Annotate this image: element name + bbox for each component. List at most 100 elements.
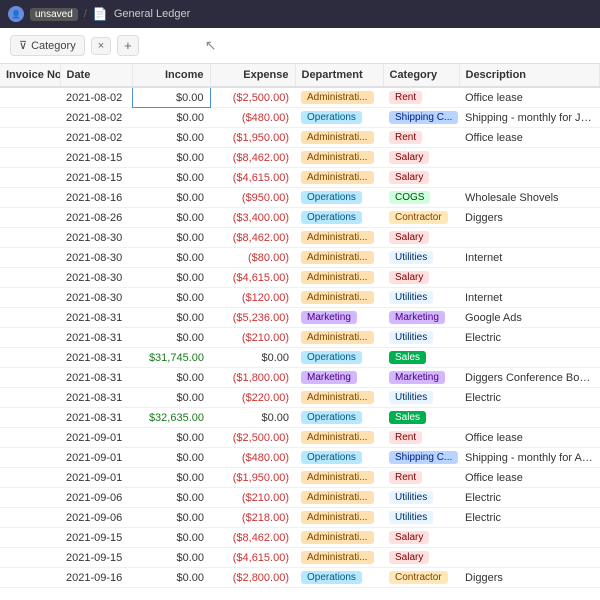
- cell-department[interactable]: Administrati...: [295, 228, 383, 248]
- cell-date[interactable]: 2021-08-26: [60, 208, 132, 228]
- cell-department[interactable]: Administrati...: [295, 528, 383, 548]
- cell-department[interactable]: Administrati...: [295, 128, 383, 148]
- cell-department[interactable]: Marketing: [295, 308, 383, 328]
- cell-expense[interactable]: ($120.00): [210, 288, 295, 308]
- cell-income[interactable]: $0.00: [132, 208, 210, 228]
- cell-expense[interactable]: ($1,950.00): [210, 128, 295, 148]
- cell-income[interactable]: $0.00: [132, 488, 210, 508]
- cell-department[interactable]: Administrati...: [295, 168, 383, 188]
- cell-category[interactable]: Marketing: [383, 368, 459, 388]
- cell-date[interactable]: 2021-08-30: [60, 248, 132, 268]
- cell-income[interactable]: $0.00: [132, 148, 210, 168]
- cell-date[interactable]: 2021-09-16: [60, 568, 132, 588]
- cell-department[interactable]: Operations: [295, 568, 383, 588]
- cell-expense[interactable]: ($8,462.00): [210, 528, 295, 548]
- cell-category[interactable]: Rent: [383, 87, 459, 108]
- cell-department[interactable]: Administrati...: [295, 468, 383, 488]
- cell-income[interactable]: $0.00: [132, 568, 210, 588]
- cell-income[interactable]: $0.00: [132, 328, 210, 348]
- cell-income[interactable]: $0.00: [132, 268, 210, 288]
- close-filter-button[interactable]: ×: [91, 37, 111, 55]
- cell-department[interactable]: Operations: [295, 348, 383, 368]
- cell-income[interactable]: $0.00: [132, 528, 210, 548]
- cell-expense[interactable]: ($480.00): [210, 448, 295, 468]
- cell-category[interactable]: Contractor: [383, 208, 459, 228]
- cell-date[interactable]: 2021-08-31: [60, 408, 132, 428]
- cell-category[interactable]: Utilities: [383, 328, 459, 348]
- cell-date[interactable]: 2021-08-31: [60, 328, 132, 348]
- cell-date[interactable]: 2021-08-30: [60, 288, 132, 308]
- cell-date[interactable]: 2021-08-15: [60, 168, 132, 188]
- cell-department[interactable]: Administrati...: [295, 288, 383, 308]
- cell-category[interactable]: Shipping C...: [383, 448, 459, 468]
- cell-income[interactable]: $0.00: [132, 128, 210, 148]
- cell-date[interactable]: 2021-08-02: [60, 128, 132, 148]
- cell-date[interactable]: 2021-09-06: [60, 488, 132, 508]
- cell-expense[interactable]: ($210.00): [210, 488, 295, 508]
- cell-income[interactable]: $0.00: [132, 308, 210, 328]
- cell-department[interactable]: Operations: [295, 448, 383, 468]
- cell-expense[interactable]: ($220.00): [210, 388, 295, 408]
- cell-category[interactable]: Salary: [383, 268, 459, 288]
- cell-income[interactable]: $0.00: [132, 228, 210, 248]
- cell-income[interactable]: $0.00: [132, 87, 210, 108]
- cell-date[interactable]: 2021-08-02: [60, 87, 132, 108]
- cell-date[interactable]: 2021-08-31: [60, 348, 132, 368]
- cell-income[interactable]: $0.00: [132, 388, 210, 408]
- cell-category[interactable]: Shipping C...: [383, 108, 459, 128]
- cell-date[interactable]: 2021-08-31: [60, 368, 132, 388]
- add-button[interactable]: +: [117, 35, 139, 56]
- filter-category-button[interactable]: ⊽ Category: [10, 35, 85, 56]
- cell-expense[interactable]: ($5,236.00): [210, 308, 295, 328]
- cell-category[interactable]: Utilities: [383, 508, 459, 528]
- cell-category[interactable]: Rent: [383, 468, 459, 488]
- cell-category[interactable]: Rent: [383, 428, 459, 448]
- cell-expense[interactable]: ($4,615.00): [210, 268, 295, 288]
- cell-date[interactable]: 2021-08-02: [60, 108, 132, 128]
- cell-date[interactable]: 2021-09-06: [60, 508, 132, 528]
- cell-category[interactable]: Salary: [383, 228, 459, 248]
- cell-expense[interactable]: ($2,500.00): [210, 428, 295, 448]
- cell-expense[interactable]: $0.00: [210, 408, 295, 428]
- cell-department[interactable]: Operations: [295, 408, 383, 428]
- cell-expense[interactable]: ($218.00): [210, 508, 295, 528]
- cell-category[interactable]: Rent: [383, 128, 459, 148]
- cell-date[interactable]: 2021-08-31: [60, 308, 132, 328]
- cell-income[interactable]: $0.00: [132, 188, 210, 208]
- cell-expense[interactable]: ($3,400.00): [210, 208, 295, 228]
- cell-date[interactable]: 2021-09-01: [60, 448, 132, 468]
- cell-income[interactable]: $0.00: [132, 428, 210, 448]
- cell-date[interactable]: 2021-08-30: [60, 268, 132, 288]
- cell-department[interactable]: Administrati...: [295, 87, 383, 108]
- cell-category[interactable]: Utilities: [383, 488, 459, 508]
- cell-date[interactable]: 2021-08-30: [60, 228, 132, 248]
- cell-expense[interactable]: ($1,950.00): [210, 468, 295, 488]
- cell-income[interactable]: $0.00: [132, 248, 210, 268]
- cell-department[interactable]: Operations: [295, 208, 383, 228]
- cell-category[interactable]: Salary: [383, 528, 459, 548]
- cell-category[interactable]: Salary: [383, 548, 459, 568]
- cell-income[interactable]: $0.00: [132, 168, 210, 188]
- cell-department[interactable]: Operations: [295, 188, 383, 208]
- cell-expense[interactable]: ($2,500.00): [210, 87, 295, 108]
- cell-department[interactable]: Administrati...: [295, 268, 383, 288]
- cell-income[interactable]: $32,635.00: [132, 408, 210, 428]
- cell-category[interactable]: Salary: [383, 148, 459, 168]
- cell-category[interactable]: Utilities: [383, 248, 459, 268]
- cell-expense[interactable]: ($210.00): [210, 328, 295, 348]
- cell-department[interactable]: Administrati...: [295, 508, 383, 528]
- cell-category[interactable]: Salary: [383, 168, 459, 188]
- cell-expense[interactable]: ($950.00): [210, 188, 295, 208]
- cell-date[interactable]: 2021-09-15: [60, 528, 132, 548]
- cell-category[interactable]: Utilities: [383, 288, 459, 308]
- cell-date[interactable]: 2021-09-01: [60, 428, 132, 448]
- unsaved-badge[interactable]: unsaved: [30, 8, 78, 21]
- cell-date[interactable]: 2021-08-31: [60, 388, 132, 408]
- cell-expense[interactable]: ($4,615.00): [210, 548, 295, 568]
- cell-income[interactable]: $0.00: [132, 468, 210, 488]
- cell-income[interactable]: $0.00: [132, 548, 210, 568]
- cell-date[interactable]: 2021-09-01: [60, 468, 132, 488]
- cell-department[interactable]: Operations: [295, 108, 383, 128]
- cell-department[interactable]: Administrati...: [295, 248, 383, 268]
- cell-date[interactable]: 2021-08-15: [60, 148, 132, 168]
